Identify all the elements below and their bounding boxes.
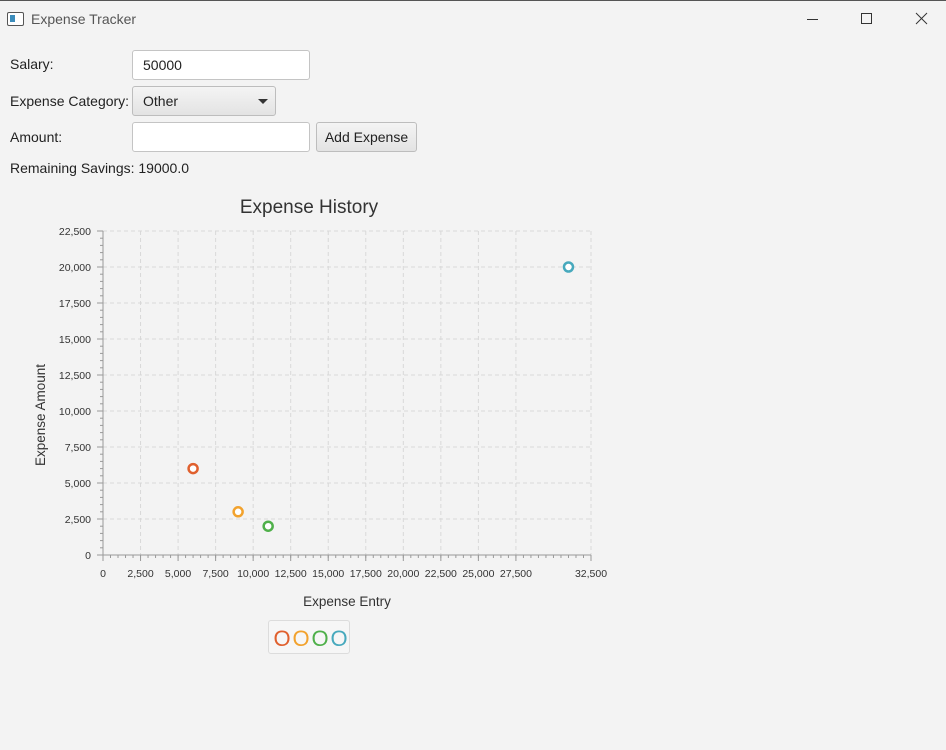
chart-legend: OOOO	[268, 620, 350, 654]
data-point	[562, 261, 575, 273]
x-tick-label: 15,000	[312, 568, 344, 580]
maximize-button[interactable]	[839, 1, 894, 37]
y-tick-label: 17,500	[59, 298, 91, 310]
x-tick-label: 22,500	[425, 568, 457, 580]
legend-symbol: O	[292, 626, 309, 651]
title-bar[interactable]: Expense Tracker	[0, 1, 946, 37]
y-tick-label: 7,500	[65, 442, 91, 454]
y-axis-label: Expense Amount	[33, 364, 48, 466]
x-tick-label: 17,500	[350, 568, 382, 580]
expense-history-chart: 0 2,500 5,000 7,500 10,000 12,500 15,000 17,500…	[33, 197, 607, 609]
y-tick-label: 12,500	[59, 370, 91, 382]
data-point	[232, 506, 244, 518]
y-tick-label: 5,000	[65, 478, 91, 490]
x-tick-label: 27,500	[500, 568, 532, 580]
y-tick-label: 2,500	[65, 514, 91, 526]
close-button[interactable]	[894, 1, 946, 37]
x-tick-label: 7,500	[202, 568, 228, 580]
y-tick-label: 0	[85, 550, 91, 562]
y-tick-label: 20,000	[59, 262, 91, 274]
data-point	[187, 462, 199, 475]
x-tick-label: 2,500	[127, 568, 153, 580]
maximize-icon	[861, 13, 872, 24]
legend-symbol: O	[330, 626, 347, 651]
legend-symbols: OOOO	[273, 626, 347, 651]
chevron-down-icon	[258, 99, 268, 104]
x-tick-label: 20,000	[387, 568, 419, 580]
data-point	[262, 520, 274, 532]
salary-label: Salary:	[10, 56, 54, 72]
y-tick-label: 15,000	[59, 334, 91, 346]
amount-label: Amount:	[10, 129, 63, 145]
expense-category-value: Other	[143, 93, 179, 109]
legend-symbol: O	[273, 626, 290, 651]
minimize-button[interactable]	[785, 1, 840, 37]
legend-symbol: O	[311, 626, 328, 651]
x-tick-label: 10,000	[237, 568, 269, 580]
x-tick-label: 5,000	[165, 568, 191, 580]
expense-category-label: Expense Category:	[10, 93, 130, 109]
app-window-icon	[7, 12, 24, 26]
y-tick-label: 10,000	[59, 406, 91, 418]
remaining-savings-text: Remaining Savings: 19000.0	[10, 160, 190, 176]
amount-input[interactable]	[132, 122, 310, 152]
close-icon	[915, 12, 928, 25]
x-tick-label: 25,000	[462, 568, 494, 580]
chart-title: Expense History	[240, 197, 379, 218]
minimize-icon	[807, 19, 818, 20]
x-tick-label: 32,500	[575, 568, 607, 580]
x-tick-label: 0	[100, 568, 106, 580]
expense-category-select[interactable]: Other	[132, 86, 276, 116]
window-title: Expense Tracker	[31, 11, 137, 27]
salary-input[interactable]	[132, 50, 310, 80]
x-tick-label: 12,500	[275, 568, 307, 580]
add-expense-button[interactable]: Add Expense	[316, 122, 417, 152]
y-tick-label: 22,500	[59, 226, 91, 238]
x-axis-label: Expense Entry	[303, 594, 391, 609]
